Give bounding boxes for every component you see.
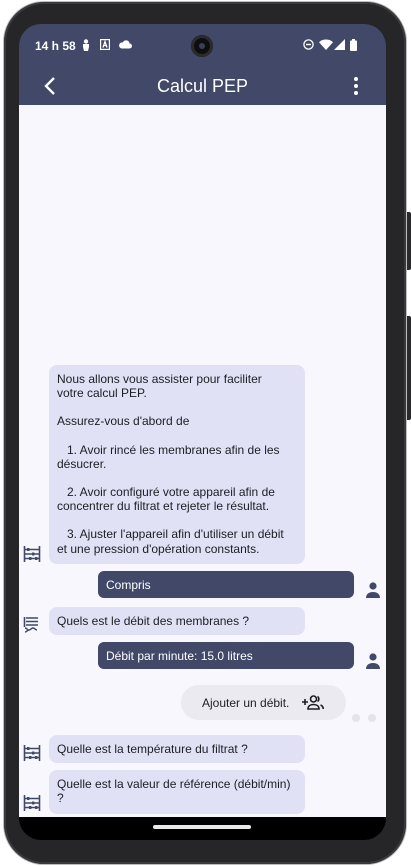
filter-icon (23, 617, 38, 633)
message-line: Nous allons vous assister pour faciliter (57, 372, 262, 386)
screen: 14 h 58 Calcul PEP Nous allons vous assi… (19, 24, 386, 840)
message-text: Quels est le débit des membranes ? (57, 614, 250, 628)
group-add-icon (302, 695, 324, 710)
message-line (57, 429, 297, 443)
signal-icon (334, 39, 345, 53)
message-line: Assurez-vous d'abord de (57, 414, 190, 429)
a-box-icon (99, 38, 111, 53)
message-line: et une pression d'opération constants. (57, 541, 260, 556)
status-bar: 14 h 58 (19, 24, 386, 68)
wifi-icon (319, 39, 333, 53)
message-line (57, 513, 297, 527)
more-vert-icon (354, 77, 358, 95)
message-line: 1. Avoir rincé les membranes afin de les (57, 442, 280, 457)
message-text: Compris (106, 578, 151, 592)
home-gesture-handle[interactable] (153, 825, 251, 829)
page-title: Calcul PEP (156, 76, 249, 96)
person-icon (366, 582, 380, 598)
message-line (57, 471, 297, 485)
message-line: votre calcul PEP. (57, 386, 147, 401)
overflow-menu-button[interactable] (344, 74, 368, 98)
battery-icon (350, 39, 357, 54)
add-debit-chip[interactable]: Ajouter un débit. (181, 685, 346, 720)
typing-indicator-dot (368, 714, 376, 722)
front-camera (191, 35, 213, 57)
message-line: ? (57, 791, 64, 806)
power-button (407, 316, 411, 420)
person-icon (366, 653, 380, 669)
user-message-bubble: Compris (98, 571, 354, 598)
message-text: Quelle est la température du filtrat ? (57, 742, 248, 756)
dnd-icon (303, 39, 314, 53)
chip-label: Ajouter un débit. (202, 696, 290, 710)
message-line: Quelle est la valeur de référence (débit… (57, 777, 291, 791)
typing-indicator-dot (352, 714, 360, 722)
message-line: concentrer du filtrat et rejeter le résu… (57, 499, 270, 514)
phone-device: 14 h 58 Calcul PEP Nous allons vous assi… (0, 0, 411, 866)
chat-list[interactable]: Nous allons vous assister pour faciliter… (19, 105, 386, 817)
message-line: 2. Avoir configuré votre appareil afin d… (57, 485, 275, 500)
bot-message-bubble: Nous allons vous assister pour faciliter… (49, 365, 305, 564)
person-icon (81, 39, 91, 54)
abacus-icon (23, 745, 41, 761)
abacus-icon (23, 546, 41, 562)
app-bar: Calcul PEP (19, 68, 386, 105)
status-time: 14 h 58 (35, 39, 76, 53)
message-line: désucrer. (57, 456, 107, 471)
bot-message-bubble: Quels est le débit des membranes ? (49, 607, 305, 635)
message-line: 3. Ajuster l'appareil afin d'utiliser un… (57, 527, 284, 542)
bot-message-bubble: Quelle est la valeur de référence (débit… (49, 770, 305, 814)
message-line (57, 400, 297, 414)
message-text: Débit par minute: 15.0 litres (106, 649, 253, 663)
system-nav-bar (19, 817, 386, 840)
cloud-icon (118, 39, 132, 52)
bot-message-bubble: Quelle est la température du filtrat ? (49, 735, 305, 763)
abacus-icon (23, 795, 41, 811)
volume-button (407, 212, 411, 270)
user-message-bubble: Débit par minute: 15.0 litres (98, 642, 354, 669)
